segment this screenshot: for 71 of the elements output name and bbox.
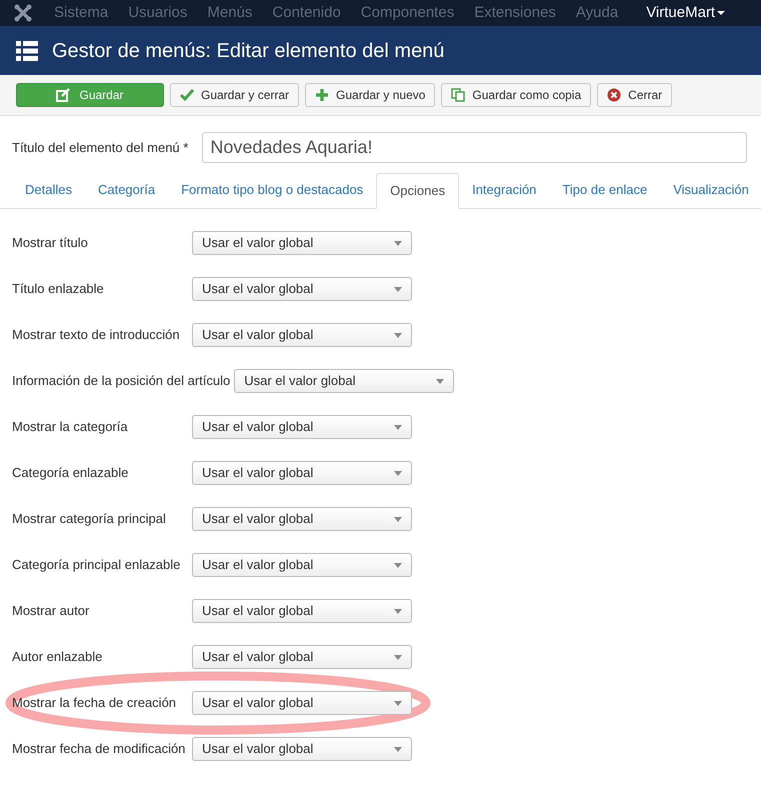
select-dropdown[interactable]: Usar el valor global	[192, 231, 412, 255]
select-dropdown[interactable]: Usar el valor global	[192, 277, 412, 301]
option-label: Mostrar fecha de modificación	[12, 740, 186, 758]
option-label: Mostrar autor	[12, 602, 90, 620]
select-dropdown[interactable]: Usar el valor global	[192, 691, 412, 715]
list-icon	[16, 40, 38, 60]
tab[interactable]: Opciones	[376, 173, 460, 209]
logo-icon[interactable]	[14, 4, 32, 22]
tab[interactable]: Categoría	[84, 172, 168, 208]
select-value: Usar el valor global	[202, 648, 314, 666]
select-value: Usar el valor global	[202, 556, 314, 574]
field-label: Título del elemento del menú *	[12, 138, 188, 157]
tab[interactable]: Detalles	[12, 172, 85, 208]
page-title: Gestor de menús: Editar elemento del menú	[52, 38, 444, 64]
select-value: Usar el valor global	[202, 418, 314, 436]
toolbar-button[interactable]: Guardar como copia	[441, 83, 592, 107]
select-value: Usar el valor global	[202, 280, 314, 298]
caret-icon	[394, 700, 402, 706]
nav-menu-item[interactable]: VirtueMart	[646, 2, 726, 24]
toolbar-button[interactable]: Cerrar	[597, 83, 672, 107]
option-label: Categoría enlazable	[12, 464, 130, 482]
select-dropdown[interactable]: Usar el valor global	[192, 645, 412, 669]
title-input-field[interactable]: Novedades Aquaria!	[202, 132, 747, 163]
caret-icon	[394, 608, 402, 614]
option-label: Mostrar título	[12, 234, 89, 252]
toolbar-button[interactable]: Guardar y cerrar	[170, 83, 300, 107]
select-value: Usar el valor global	[202, 740, 314, 758]
caret-icon	[394, 240, 402, 246]
option-label: Mostrar categoría principal	[12, 510, 167, 528]
tab[interactable]: Visualización	[660, 172, 761, 208]
option-label: Mostrar texto de introducción	[12, 326, 181, 344]
caret-icon	[436, 378, 444, 384]
caret-icon	[394, 654, 402, 660]
select-dropdown[interactable]: Usar el valor global	[192, 415, 412, 439]
select-value: Usar el valor global	[202, 602, 314, 620]
edit-icon	[56, 88, 70, 102]
option-label: Título enlazable	[12, 280, 105, 298]
caret-icon	[717, 11, 726, 15]
toolbar-button[interactable]: Guardar y nuevo	[305, 83, 436, 107]
caret-icon	[394, 470, 402, 476]
select-dropdown[interactable]: Usar el valor global	[234, 369, 454, 393]
select-dropdown[interactable]: Usar el valor global	[192, 737, 412, 761]
select-value: Usar el valor global	[202, 464, 314, 482]
caret-icon	[394, 562, 402, 568]
plus-icon	[315, 88, 330, 102]
select-dropdown[interactable]: Usar el valor global	[192, 599, 412, 623]
select-value: Usar el valor global	[202, 234, 314, 252]
select-value: Usar el valor global	[244, 372, 356, 390]
option-label: Mostrar la fecha de creación	[12, 694, 178, 712]
caret-icon	[394, 746, 402, 752]
copy-icon	[451, 88, 466, 102]
caret-icon	[394, 286, 402, 292]
tab[interactable]: Integración	[459, 172, 550, 208]
select-dropdown[interactable]: Usar el valor global	[192, 461, 412, 485]
select-dropdown[interactable]: Usar el valor global	[192, 507, 412, 531]
select-value: Usar el valor global	[202, 694, 314, 712]
check-icon	[180, 88, 194, 102]
option-label: Categoría principal enlazable	[12, 556, 182, 574]
caret-icon	[394, 424, 402, 430]
close-icon	[607, 88, 622, 102]
tab[interactable]: Tipo de enlace	[549, 172, 660, 208]
option-label: Autor enlazable	[12, 648, 104, 666]
caret-icon	[394, 332, 402, 338]
caret-icon	[394, 516, 402, 522]
select-value: Usar el valor global	[202, 510, 314, 528]
select-dropdown[interactable]: Usar el valor global	[192, 553, 412, 577]
option-label: Información de la posición del artículo	[12, 372, 232, 390]
select-dropdown[interactable]: Usar el valor global	[192, 323, 412, 347]
tab[interactable]: Formato tipo blog o destacados	[168, 172, 376, 208]
select-value: Usar el valor global	[202, 326, 314, 344]
option-label: Mostrar la categoría	[12, 418, 129, 436]
